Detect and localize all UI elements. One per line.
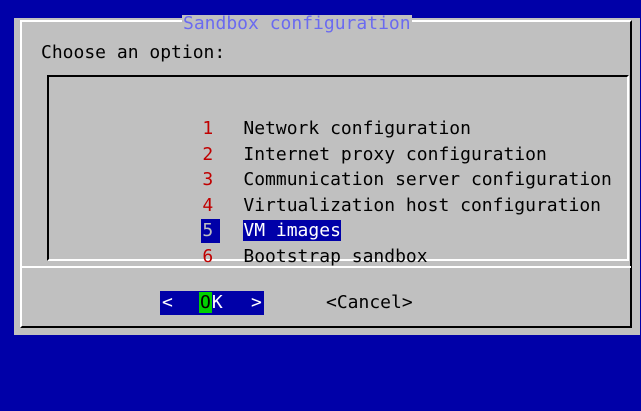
- button-separator: [21, 266, 631, 268]
- ok-left-bracket: <: [162, 292, 173, 313]
- menu-item-label: Communication server configuration: [243, 169, 612, 190]
- ok-hotkey: O: [199, 292, 212, 313]
- menu-item-tag: 6: [202, 245, 214, 267]
- menu-item-label: Network configuration: [243, 118, 471, 139]
- ok-button[interactable]: < OK >: [160, 291, 264, 315]
- prompt-text: Choose an option:: [41, 42, 226, 63]
- menu-item-network-configuration[interactable]: 1 Network configuration: [93, 93, 612, 139]
- menu-item-tag: 2: [202, 143, 214, 165]
- menu-item-tag: 3: [202, 169, 214, 190]
- menu-list-box: 1 Network configuration 2 Internet proxy c…: [47, 75, 629, 267]
- menu-item-label: Bootstrap sandbox: [243, 245, 428, 267]
- menu-item-tag: 1: [202, 118, 214, 139]
- menu-item-tag: 4: [202, 194, 214, 216]
- menu-item-tag: 5: [201, 219, 221, 243]
- ok-label: OK: [199, 291, 223, 315]
- menu-item-label: Internet proxy configuration: [243, 143, 547, 165]
- menu-item-label: VM images: [243, 220, 341, 241]
- dialog: Sandbox configuration Choose an option: …: [14, 15, 640, 335]
- dialog-frame: Sandbox configuration Choose an option: …: [20, 15, 632, 328]
- menu-list: 1 Network configuration 2 Internet proxy c…: [93, 93, 612, 267]
- ok-right-bracket: >: [251, 292, 262, 313]
- dialog-title: Sandbox configuration: [182, 13, 412, 34]
- ok-label-rest: K: [211, 292, 223, 313]
- cancel-button[interactable]: <Cancel>: [326, 291, 413, 315]
- menu-item-label: Virtualization host configuration: [243, 194, 601, 216]
